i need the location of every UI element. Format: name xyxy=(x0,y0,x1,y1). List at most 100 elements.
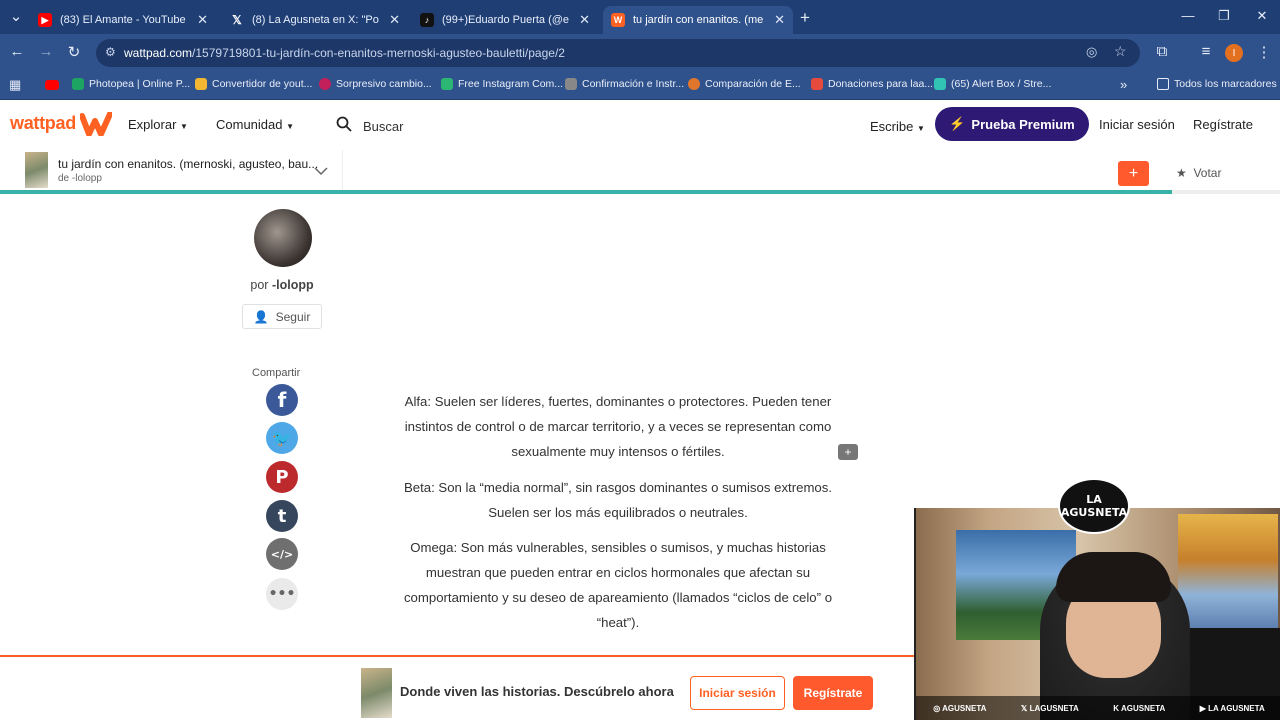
wattpad-logo-text[interactable]: wattpad xyxy=(10,113,76,134)
x-handle: 𝕏 LAGUSNETA xyxy=(1020,703,1079,713)
bookmark-item[interactable]: Convertidor de yout... xyxy=(195,78,312,90)
url-path: /1579719801-tu-jardín-con-enanitos-merno… xyxy=(192,46,565,60)
extensions-icon[interactable]: ⧉ xyxy=(1152,43,1172,60)
bookmark-star-icon[interactable]: ☆ xyxy=(1114,43,1127,60)
bookmark-item[interactable]: (65) Alert Box / Stre... xyxy=(934,78,1051,90)
star-icon: ★ xyxy=(1176,166,1187,180)
social-handle: LA AGUSNETA xyxy=(1208,703,1265,713)
webcam-overlay: ◎ AGUSNETA 𝕏 LAGUSNETA K AGUSNETA ▶ LA A… xyxy=(914,508,1280,720)
bookmark-favicon xyxy=(195,78,207,90)
browser-tab-tiktok[interactable]: ♪ (99+)Eduardo Puerta (@eduardo ✕ xyxy=(412,6,598,34)
new-tab-icon[interactable]: + xyxy=(795,8,815,28)
comunidad-label: Comunidad xyxy=(216,117,283,132)
caret-down-icon: ▼ xyxy=(916,124,925,133)
browser-tab-x[interactable]: 𝕏 (8) La Agusneta en X: "Por qué l ✕ xyxy=(222,6,408,34)
escribe-menu[interactable]: Escribe ▼ xyxy=(870,119,925,134)
forward-icon[interactable]: → xyxy=(36,43,56,60)
close-tab-icon[interactable]: ✕ xyxy=(389,12,400,28)
bookmarks-bar: ▦ Photopea | Online P... Convertidor de … xyxy=(0,72,1280,100)
bookmark-item[interactable]: Sorpresivo cambio... xyxy=(319,78,432,90)
bookmark-item[interactable]: Photopea | Online P... xyxy=(72,78,190,90)
comunidad-menu[interactable]: Comunidad ▼ xyxy=(216,117,294,132)
chevron-down-icon[interactable] xyxy=(314,166,328,176)
youtube-bookmark-icon[interactable] xyxy=(45,80,59,90)
youtube-handle: ▶ LA AGUSNETA xyxy=(1199,703,1265,713)
bookmark-favicon xyxy=(934,78,946,90)
instagram-handle: ◎ AGUSNETA xyxy=(933,703,987,713)
bookmark-favicon xyxy=(441,78,453,90)
tumblr-share-icon[interactable]: t xyxy=(266,500,298,532)
vote-button[interactable]: ★ Votar xyxy=(1176,166,1221,180)
twitter-share-icon[interactable]: 🐦 xyxy=(266,422,298,454)
close-tab-icon[interactable]: ✕ xyxy=(197,12,208,28)
profile-avatar[interactable]: I xyxy=(1225,44,1243,62)
pinterest-share-icon[interactable]: P xyxy=(266,461,298,493)
youtube-icon: ▶ xyxy=(38,13,52,27)
bookmark-favicon xyxy=(319,78,331,90)
bookmark-label: Free Instagram Com... xyxy=(458,78,564,90)
wattpad-w-logo-icon[interactable] xyxy=(80,112,112,136)
url-domain: wattpad.com xyxy=(124,46,193,60)
close-window-icon[interactable]: ✕ xyxy=(1252,8,1272,24)
follow-button[interactable]: 👤 Seguir xyxy=(242,304,322,329)
signup-login-button[interactable]: Iniciar sesión xyxy=(690,676,785,710)
bookmark-label: (65) Alert Box / Stre... xyxy=(951,78,1052,90)
more-bookmarks-icon[interactable]: » xyxy=(1120,77,1127,92)
bookmark-item[interactable]: Comparación de E... xyxy=(688,78,801,90)
author-name[interactable]: -lolopp xyxy=(272,278,314,292)
premium-button[interactable]: ⚡ Prueba Premium xyxy=(935,107,1089,141)
embed-share-icon[interactable]: </> xyxy=(266,538,298,570)
folder-icon xyxy=(1157,78,1169,90)
all-bookmarks-folder[interactable]: Todos los marcadores xyxy=(1157,78,1277,90)
story-paragraph: Beta: Son la “media normal”, sin rasgos … xyxy=(403,480,833,520)
tab-title: (83) El Amante - YouTube xyxy=(60,14,186,26)
close-tab-icon[interactable]: ✕ xyxy=(774,12,785,28)
social-handle: LAGUSNETA xyxy=(1029,703,1079,713)
search-input[interactable]: Buscar xyxy=(363,119,403,134)
browser-tab-wattpad[interactable]: W tu jardín con enanitos. (memosk ✕ xyxy=(603,6,793,34)
bookmark-item[interactable]: Confirmación e Instr... xyxy=(565,78,684,90)
wattpad-header: wattpad Explorar ▼ Comunidad ▼ Buscar Es… xyxy=(0,100,1280,150)
reload-icon[interactable]: ↻ xyxy=(64,43,84,61)
search-icon[interactable] xyxy=(336,116,352,132)
browser-toolbar: ← → ↻ ⚙ wattpad.com/1579719801-tu-jardín… xyxy=(0,34,1280,72)
explorar-label: Explorar xyxy=(128,117,177,132)
all-bookmarks-label: Todos los marcadores xyxy=(1174,78,1277,90)
bookmark-label: Donaciones para laa... xyxy=(828,78,934,90)
tab-search-icon[interactable]: ⌄ xyxy=(6,7,26,25)
address-bar[interactable]: ⚙ wattpad.com/1579719801-tu-jardín-con-e… xyxy=(96,39,1140,67)
minimize-icon[interactable]: — xyxy=(1178,8,1198,23)
add-to-list-button[interactable]: + xyxy=(1118,161,1149,186)
plus-icon: + xyxy=(1128,164,1139,182)
browser-tab-youtube[interactable]: ▶ (83) El Amante - YouTube ✕ xyxy=(30,6,216,34)
register-link[interactable]: Regístrate xyxy=(1193,117,1253,132)
author-avatar[interactable] xyxy=(254,209,312,267)
tiktok-icon: ♪ xyxy=(420,13,434,27)
streamer-logo: LA AGUSNETA xyxy=(1058,478,1130,534)
football-poster xyxy=(1178,514,1278,629)
facebook-share-icon[interactable]: f xyxy=(266,384,298,416)
story-title[interactable]: tu jardín con enanitos. (mernoski, agust… xyxy=(58,157,318,171)
eye-off-icon[interactable]: ◎ xyxy=(1086,44,1097,60)
x-logo-icon: 𝕏 xyxy=(230,13,244,27)
signup-tagline: Donde viven las historias. Descúbrelo ah… xyxy=(400,684,674,699)
explorar-menu[interactable]: Explorar ▼ xyxy=(128,117,188,132)
menu-kebab-icon[interactable]: ⋮ xyxy=(1254,43,1274,61)
story-cover-thumbnail[interactable] xyxy=(25,152,48,188)
apps-grid-icon[interactable]: ▦ xyxy=(9,77,21,93)
login-link[interactable]: Iniciar sesión xyxy=(1099,117,1175,132)
restore-icon[interactable]: ❐ xyxy=(1214,8,1234,24)
more-share-icon[interactable]: ••• xyxy=(266,578,298,610)
bookmark-item[interactable]: Donaciones para laa... xyxy=(811,78,933,90)
media-icon[interactable]: ≡ xyxy=(1196,43,1216,60)
bookmark-item[interactable]: Free Instagram Com... xyxy=(441,78,563,90)
share-label: Compartir xyxy=(252,367,301,379)
close-tab-icon[interactable]: ✕ xyxy=(579,12,590,28)
site-info-icon[interactable]: ⚙ xyxy=(105,45,116,59)
inline-comment-icon[interactable]: + xyxy=(838,444,858,460)
kick-handle: K AGUSNETA xyxy=(1113,703,1166,713)
signup-register-button[interactable]: Regístrate xyxy=(793,676,873,710)
story-author-handle[interactable]: de -lolopp xyxy=(58,173,102,184)
bookmark-favicon xyxy=(811,78,823,90)
back-icon[interactable]: ← xyxy=(7,43,27,60)
